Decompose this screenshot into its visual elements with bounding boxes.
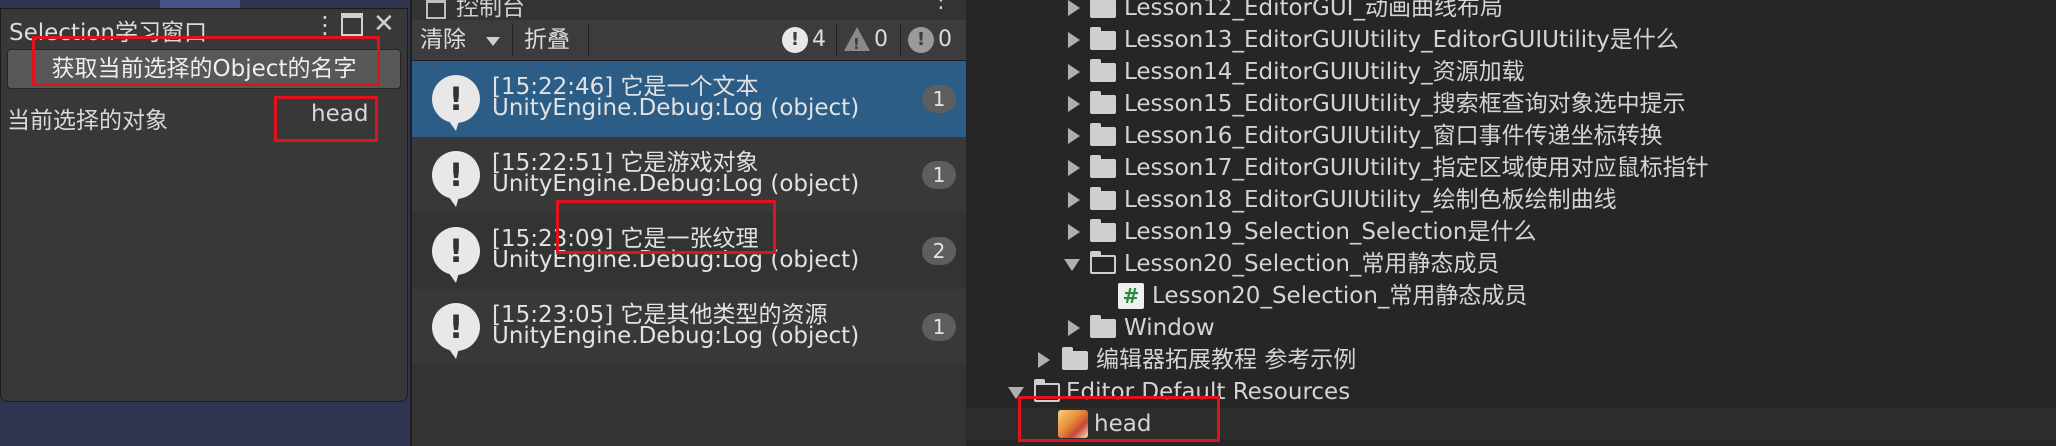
toolbar-divider — [512, 24, 513, 56]
toolbar-divider — [836, 24, 837, 56]
log-source: UnityEngine.Debug:Log (object) — [492, 95, 860, 121]
kebab-menu-icon[interactable]: ⋮ — [313, 11, 337, 39]
tree-item-label: Lesson17_EditorGUIUtility_指定区域使用对应鼠标指针 — [1124, 155, 1709, 181]
tree-item-label: Lesson20_Selection_常用静态成员 — [1124, 251, 1500, 277]
tree-item-folder-expanded[interactable]: Lesson20_Selection_常用静态成员 — [966, 248, 2056, 280]
chevron-right-icon[interactable] — [1068, 0, 1080, 16]
csharp-script-icon: # — [1118, 283, 1144, 309]
chevron-right-icon[interactable] — [1068, 128, 1080, 144]
folder-icon — [1090, 59, 1116, 82]
tree-item-folder[interactable]: Lesson14_EditorGUIUtility_资源加载 — [966, 56, 2056, 88]
tree-item-folder[interactable]: Lesson18_EditorGUIUtility_绘制色板绘制曲线 — [966, 184, 2056, 216]
chevron-down-icon[interactable] — [1064, 259, 1080, 271]
log-count: 1 — [922, 161, 956, 189]
chevron-right-icon[interactable] — [1068, 32, 1080, 48]
log-info-icon: ! — [432, 75, 480, 131]
tree-item-label: Lesson20_Selection_常用静态成员 — [1152, 283, 1528, 309]
info-toggle[interactable]: ! 4 — [782, 27, 826, 53]
clear-options-dropdown[interactable] — [486, 20, 502, 60]
chevron-right-icon[interactable] — [1068, 160, 1080, 176]
folder-icon — [1090, 219, 1116, 242]
info-count: 4 — [812, 27, 826, 52]
folder-icon — [1090, 0, 1116, 18]
log-count: 1 — [922, 313, 956, 341]
info-icon: ! — [782, 27, 808, 53]
chevron-right-icon[interactable] — [1068, 96, 1080, 112]
folder-icon — [1090, 123, 1116, 146]
log-count: 2 — [922, 237, 956, 265]
tree-item-label: Lesson14_EditorGUIUtility_资源加载 — [1124, 59, 1525, 85]
chevron-right-icon[interactable] — [1038, 352, 1050, 368]
tree-item-folder[interactable]: 编辑器拓展教程 参考示例 — [966, 344, 2056, 376]
error-icon: ! — [908, 27, 934, 53]
folder-icon — [1090, 27, 1116, 50]
toolbar-divider — [900, 24, 901, 56]
log-entry[interactable]: ! [15:22:46] 它是一个文本 UnityEngine.Debug:Lo… — [412, 61, 966, 137]
project-tree: Lesson12_EditorGUI_动画曲线布局 Lesson13_Edito… — [966, 0, 2056, 446]
highlight-box-asset — [1018, 396, 1220, 442]
highlight-box-value — [274, 96, 378, 142]
tree-item-folder[interactable]: Lesson12_EditorGUI_动画曲线布局 — [966, 0, 2056, 24]
chevron-right-icon[interactable] — [1068, 64, 1080, 80]
log-info-icon: ! — [432, 227, 480, 283]
tree-item-folder[interactable]: Lesson16_EditorGUIUtility_窗口事件传递坐标转换 — [966, 120, 2056, 152]
highlight-box-log — [556, 200, 776, 254]
folder-icon — [1090, 187, 1116, 210]
log-entry[interactable]: ! [15:23:05] 它是其他类型的资源 UnityEngine.Debug… — [412, 289, 966, 365]
chevron-right-icon[interactable] — [1068, 320, 1080, 336]
tree-item-script[interactable]: # Lesson20_Selection_常用静态成员 — [966, 280, 2056, 312]
tree-item-folder[interactable]: Lesson13_EditorGUIUtility_EditorGUIUtili… — [966, 24, 2056, 56]
chevron-right-icon[interactable] — [1068, 192, 1080, 208]
warning-count: 0 — [874, 27, 888, 52]
clear-button[interactable]: 清除 — [420, 20, 466, 60]
folder-icon — [1090, 315, 1116, 338]
log-info-icon: ! — [432, 151, 480, 207]
error-toggle[interactable]: ! 0 — [908, 27, 952, 53]
tree-item-folder[interactable]: Lesson19_Selection_Selection是什么 — [966, 216, 2056, 248]
tree-item-label: Lesson19_Selection_Selection是什么 — [1124, 219, 1537, 245]
console-tab-label: 控制台 — [456, 0, 525, 21]
log-source: UnityEngine.Debug:Log (object) — [492, 323, 860, 349]
console-tab[interactable]: 控制台 — [426, 0, 525, 22]
warning-icon: ! — [844, 27, 870, 53]
selected-object-label: 当前选择的对象 — [7, 108, 168, 134]
console-icon — [426, 0, 446, 19]
close-icon[interactable]: ✕ — [373, 9, 395, 39]
error-count: 0 — [938, 27, 952, 52]
tree-item-label: Lesson12_EditorGUI_动画曲线布局 — [1124, 0, 1503, 21]
highlight-box-button — [32, 36, 380, 86]
tree-item-label: Lesson13_EditorGUIUtility_EditorGUIUtili… — [1124, 27, 1679, 53]
tree-item-label: Window — [1124, 315, 1215, 341]
folder-open-icon — [1090, 251, 1116, 274]
tree-item-label: Lesson16_EditorGUIUtility_窗口事件传递坐标转换 — [1124, 123, 1663, 149]
tree-item-label: Lesson18_EditorGUIUtility_绘制色板绘制曲线 — [1124, 187, 1617, 213]
tree-item-folder[interactable]: Window — [966, 312, 2056, 344]
tree-item-label: 编辑器拓展教程 参考示例 — [1096, 347, 1357, 373]
tree-item-folder[interactable]: Lesson17_EditorGUIUtility_指定区域使用对应鼠标指针 — [966, 152, 2056, 184]
chevron-right-icon[interactable] — [1068, 224, 1080, 240]
maximize-icon[interactable] — [341, 13, 363, 36]
warning-toggle[interactable]: ! 0 — [844, 27, 888, 53]
folder-icon — [1090, 91, 1116, 114]
chevron-down-icon — [486, 37, 500, 46]
toolbar-divider — [588, 24, 589, 56]
tree-item-label: Lesson15_EditorGUIUtility_搜索框查询对象选中提示 — [1124, 91, 1686, 117]
console-menu-icon[interactable]: ⋮ — [930, 0, 952, 13]
folder-icon — [1090, 155, 1116, 178]
log-count: 1 — [922, 85, 956, 113]
log-source: UnityEngine.Debug:Log (object) — [492, 171, 860, 197]
tree-item-folder[interactable]: Lesson15_EditorGUIUtility_搜索框查询对象选中提示 — [966, 88, 2056, 120]
collapse-button[interactable]: 折叠 — [524, 20, 570, 60]
folder-icon — [1062, 347, 1088, 370]
log-info-icon: ! — [432, 303, 480, 359]
console-toolbar: 清除 折叠 ! 4 ! 0 ! 0 — [412, 20, 966, 61]
